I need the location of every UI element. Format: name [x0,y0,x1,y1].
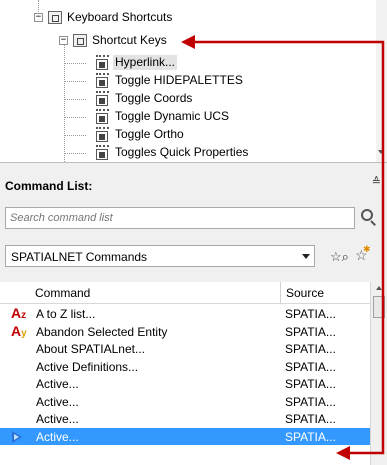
table-row[interactable]: Active Definitions... SPATIA... [0,358,370,376]
tree-connector [64,135,86,136]
tree-item-toggles-quick-properties[interactable]: Toggles Quick Properties [95,144,250,161]
tree-connector [64,99,86,100]
row-command: Active... [36,412,79,426]
customization-tree: − Keyboard Shortcuts − Shortcut Keys Hyp… [0,0,376,162]
tree-item-label: Toggles Quick Properties [115,145,249,159]
tree-item-label: Toggle HIDEPALETTES [115,73,243,87]
tree-expander-shortcut-keys[interactable]: − [59,36,68,45]
table-row[interactable]: Active... SPATIA... [0,410,370,428]
tree-item-toggle-coords[interactable]: Toggle Coords [95,90,194,107]
scroll-down-icon[interactable] [378,150,384,154]
shortcut-command-icon [95,145,110,160]
tree-item-label: Toggle Coords [115,91,193,105]
abandon-icon: Ay [11,322,27,339]
filter-selected-value: SPATIALNET Commands [11,250,148,264]
table-row-selected[interactable]: Active... SPATIA... [0,427,370,445]
row-command: Active Definitions... [36,359,139,374]
row-command: A to Z list... [36,307,96,321]
row-source: SPATIA... [285,359,336,374]
table-row[interactable]: About SPATIALnet... SPATIA... [0,340,370,358]
table-row[interactable]: Active... SPATIA... [0,375,370,393]
tree-item-toggle-hidepalettes[interactable]: Toggle HIDEPALETTES [95,72,245,89]
shortcuts-folder-icon [48,11,62,24]
scrollbar-thumb[interactable] [373,296,385,318]
find-command-icon[interactable]: ☆⌕ [330,249,349,265]
scroll-up-icon[interactable] [376,286,382,290]
search-command-input[interactable] [5,207,355,229]
row-command: Active... [36,429,79,444]
command-list-title: Command List: [5,179,93,193]
tree-item-label: Toggle Ortho [115,127,184,141]
tree-node-label: Keyboard Shortcuts [67,10,173,24]
collapse-chevron-icon[interactable]: ≙ [372,175,381,188]
table-row[interactable]: Az A to Z list... SPATIA... [0,305,370,323]
tree-connector [64,63,86,64]
row-source: SPATIA... [285,377,336,391]
tree-node-shortcut-keys[interactable]: Shortcut Keys [73,32,169,49]
play-icon [12,430,22,443]
tree-item-toggle-dynamic-ucs[interactable]: Toggle Dynamic UCS [95,108,231,125]
row-source: SPATIA... [285,307,336,321]
tree-connector [64,42,65,162]
tree-item-label: Toggle Dynamic UCS [115,109,230,123]
chevron-down-icon[interactable] [302,254,310,259]
row-source: SPATIA... [285,342,336,356]
tree-scrollbar[interactable] [376,0,387,162]
row-command: Active... [36,377,79,391]
command-table-header: Command Source [0,282,370,304]
tree-node-keyboard-shortcuts[interactable]: Keyboard Shortcuts [48,9,174,26]
a-to-z-icon: Az [11,305,27,321]
row-source: SPATIA... [285,412,336,426]
row-command: Abandon Selected Entity [36,324,168,339]
table-row[interactable]: Active... SPATIA... [0,393,370,411]
command-filter-dropdown[interactable]: SPATIALNET Commands [5,245,315,267]
column-header-source[interactable]: Source [280,282,370,304]
table-row[interactable]: Ay Abandon Selected Entity SPATIA... [0,323,370,341]
row-source: SPATIA... [285,394,336,409]
shortcut-command-icon [95,109,110,124]
tree-expander-keyboard-shortcuts[interactable]: − [34,13,43,22]
shortcut-keys-folder-icon [73,34,87,47]
command-table-scrollbar[interactable] [370,282,387,465]
shortcut-command-icon [95,73,110,88]
tree-item-toggle-ortho[interactable]: Toggle Ortho [95,126,186,143]
search-icon[interactable] [361,209,377,227]
row-command: Active... [36,394,79,409]
tree-connector [64,117,86,118]
shortcut-command-icon [95,127,110,142]
column-header-command[interactable]: Command [30,282,280,304]
row-command: About SPATIALnet... [36,342,145,356]
row-source: SPATIA... [285,324,336,339]
command-list-header: Command List: ≙ [0,174,387,198]
shortcut-command-icon [95,55,110,70]
tree-item-hyperlink[interactable]: Hyperlink... [95,54,178,71]
tree-connector [64,153,86,154]
shortcut-command-icon [95,91,110,106]
tree-item-label: Hyperlink... [113,55,178,70]
tree-node-label: Shortcut Keys [92,33,167,47]
row-source: SPATIA... [285,429,336,444]
tree-connector [64,81,86,82]
new-command-icon[interactable]: ☆ ✱ [355,244,371,264]
panel-splitter[interactable] [0,162,387,174]
